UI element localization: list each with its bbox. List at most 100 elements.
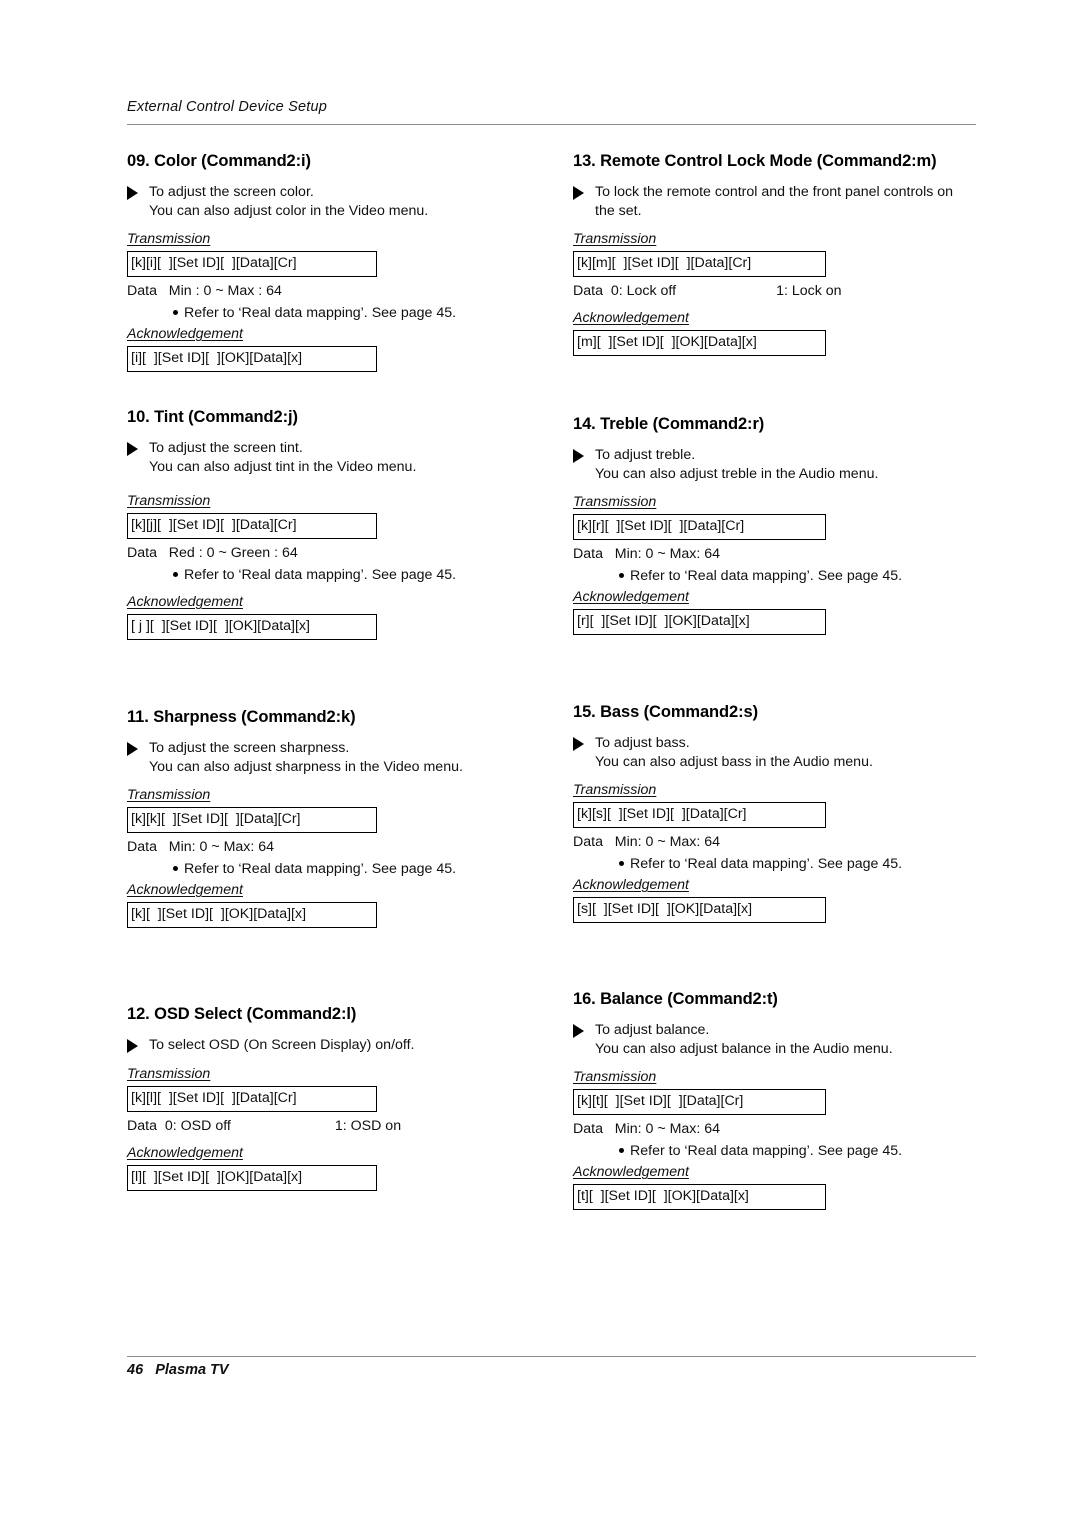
section-description: To adjust bass. You can also adjust bass… (573, 734, 993, 771)
section-remote-control-lock-mode: 13. Remote Control Lock Mode (Command2:m… (573, 152, 993, 360)
acknowledgement-label: Acknowledgement (573, 877, 689, 893)
data-line: Data Min: 0 ~ Max: 64 (573, 1119, 993, 1139)
note-text: Refer to ‘Real data mapping’. See page 4… (184, 861, 457, 877)
section-osd-select: 12. OSD Select (Command2:l) To select OS… (127, 1005, 547, 1195)
transmission-command-box: [k][k][ ][Set ID][ ][Data][Cr] (127, 807, 377, 833)
bullet-dot-icon (173, 572, 178, 577)
description-line-2: You can also adjust treble in the Audio … (595, 465, 879, 482)
section-sharpness: 11. Sharpness (Command2:k) To adjust the… (127, 708, 547, 932)
header-divider (127, 124, 976, 125)
bullet-triangle-icon (127, 442, 138, 456)
footer-divider (127, 1356, 976, 1357)
footer-product-name: Plasma TV (155, 1362, 229, 1378)
section-description: To adjust the screen color. You can also… (127, 183, 547, 220)
transmission-label: Transmission (127, 787, 211, 803)
transmission-command-box: [k][s][ ][Set ID][ ][Data][Cr] (573, 802, 826, 828)
transmission-command-box: [k][r][ ][Set ID][ ][Data][Cr] (573, 514, 826, 540)
note-text: Refer to ‘Real data mapping’. See page 4… (630, 1143, 903, 1159)
data-label: Data (127, 1117, 157, 1134)
acknowledgement-label: Acknowledgement (127, 594, 243, 610)
bullet-triangle-icon (127, 186, 138, 200)
acknowledgement-label: Acknowledgement (573, 1164, 689, 1180)
data-value: Red : 0 ~ Green : 64 (168, 545, 298, 561)
description-line-2: the set. (595, 202, 642, 219)
description-line-1: To adjust balance. (595, 1022, 710, 1038)
description-line-1: To adjust the screen sharpness. (149, 740, 350, 756)
data-line: Data 0: OSD off 1: OSD on (127, 1116, 547, 1136)
data-line: Data Min: 0 ~ Max: 64 (573, 832, 993, 852)
section-description: To adjust the screen tint. You can also … (127, 439, 547, 476)
data-value: 0: Lock off (610, 283, 677, 299)
description-line-2: You can also adjust balance in the Audio… (595, 1040, 893, 1057)
description-line-2: You can also adjust tint in the Video me… (149, 458, 417, 475)
footer-page-number: 46 (127, 1362, 144, 1378)
manual-page: External Control Device Setup 09. Color … (0, 0, 1080, 1527)
note-text: Refer to ‘Real data mapping’. See page 4… (184, 567, 457, 583)
section-title: 13. Remote Control Lock Mode (Command2:m… (573, 152, 937, 170)
bullet-triangle-icon (573, 1024, 584, 1038)
section-title: 11. Sharpness (Command2:k) (127, 708, 356, 726)
section-title: 15. Bass (Command2:s) (573, 703, 758, 721)
bullet-dot-icon (619, 861, 624, 866)
description-line-2: You can also adjust sharpness in the Vid… (149, 758, 463, 775)
transmission-label: Transmission (127, 493, 211, 509)
transmission-command-box: [k][t][ ][Set ID][ ][Data][Cr] (573, 1089, 826, 1115)
data-value: Min: 0 ~ Max: 64 (614, 834, 721, 850)
acknowledgement-command-box: [l][ ][Set ID][ ][OK][Data][x] (127, 1164, 377, 1191)
data-line: Data 0: Lock off 1: Lock on (573, 281, 993, 301)
section-bass: 15. Bass (Command2:s) To adjust bass. Yo… (573, 703, 993, 927)
description-line-1: To adjust bass. (595, 735, 690, 751)
data-line: Data Min: 0 ~ Max: 64 (573, 544, 993, 564)
data-label: Data (573, 834, 603, 850)
section-treble: 14. Treble (Command2:r) To adjust treble… (573, 415, 993, 639)
acknowledgement-command-box: [t][ ][Set ID][ ][OK][Data][x] (573, 1184, 826, 1210)
acknowledgement-command-box: [k][ ][Set ID][ ][OK][Data][x] (127, 902, 377, 928)
bullet-dot-icon (619, 1148, 624, 1153)
section-title: 09. Color (Command2:i) (127, 152, 311, 170)
section-color: 09. Color (Command2:i) To adjust the scr… (127, 152, 547, 376)
section-title: 10. Tint (Command2:j) (127, 408, 298, 426)
description-line-2: You can also adjust bass in the Audio me… (595, 753, 873, 770)
description-line-2: You can also adjust color in the Video m… (149, 202, 429, 219)
acknowledgement-command-box: [s][ ][Set ID][ ][OK][Data][x] (573, 897, 826, 923)
running-head: External Control Device Setup (127, 99, 328, 115)
data-value: Min: 0 ~ Max: 64 (614, 1121, 721, 1137)
acknowledgement-label: Acknowledgement (127, 326, 243, 342)
section-description: To select OSD (On Screen Display) on/off… (127, 1036, 547, 1055)
data-label: Data (127, 283, 157, 299)
acknowledgement-label: Acknowledgement (573, 589, 689, 605)
description-line-1: To adjust the screen color. (149, 184, 314, 200)
section-tint: 10. Tint (Command2:j) To adjust the scre… (127, 408, 547, 644)
data-line: Data Red : 0 ~ Green : 64 (127, 543, 547, 563)
acknowledgement-command-box: [i][ ][Set ID][ ][OK][Data][x] (127, 346, 377, 372)
data-mapping-note: Refer to ‘Real data mapping’. See page 4… (573, 854, 993, 874)
data-value: Min: 0 ~ Max: 64 (614, 546, 721, 562)
transmission-label: Transmission (573, 782, 657, 798)
description-line-1: To select OSD (On Screen Display) on/off… (149, 1037, 415, 1053)
data-label: Data (573, 546, 603, 562)
page-footer: 46 Plasma TV (127, 1362, 229, 1378)
bullet-triangle-icon (573, 449, 584, 463)
bullet-triangle-icon (573, 186, 584, 200)
acknowledgement-label: Acknowledgement (127, 1144, 243, 1161)
bullet-dot-icon (619, 573, 624, 578)
data-label: Data (573, 283, 603, 299)
data-line: Data Min: 0 ~ Max: 64 (127, 837, 547, 857)
transmission-command-box: [k][m][ ][Set ID][ ][Data][Cr] (573, 251, 826, 277)
data-mapping-note: Refer to ‘Real data mapping’. See page 4… (127, 859, 547, 879)
data-value: Min : 0 ~ Max : 64 (168, 283, 282, 299)
section-title: 16. Balance (Command2:t) (573, 990, 778, 1008)
transmission-label: Transmission (573, 494, 657, 510)
section-description: To adjust balance. You can also adjust b… (573, 1021, 993, 1058)
note-text: Refer to ‘Real data mapping’. See page 4… (184, 305, 457, 321)
transmission-command-box: [k][i][ ][Set ID][ ][Data][Cr] (127, 251, 377, 277)
section-title: 14. Treble (Command2:r) (573, 415, 765, 433)
bullet-triangle-icon (573, 737, 584, 751)
section-description: To adjust the screen sharpness. You can … (127, 739, 547, 776)
data-value: 0: OSD off (164, 1117, 231, 1134)
bullet-dot-icon (173, 866, 178, 871)
